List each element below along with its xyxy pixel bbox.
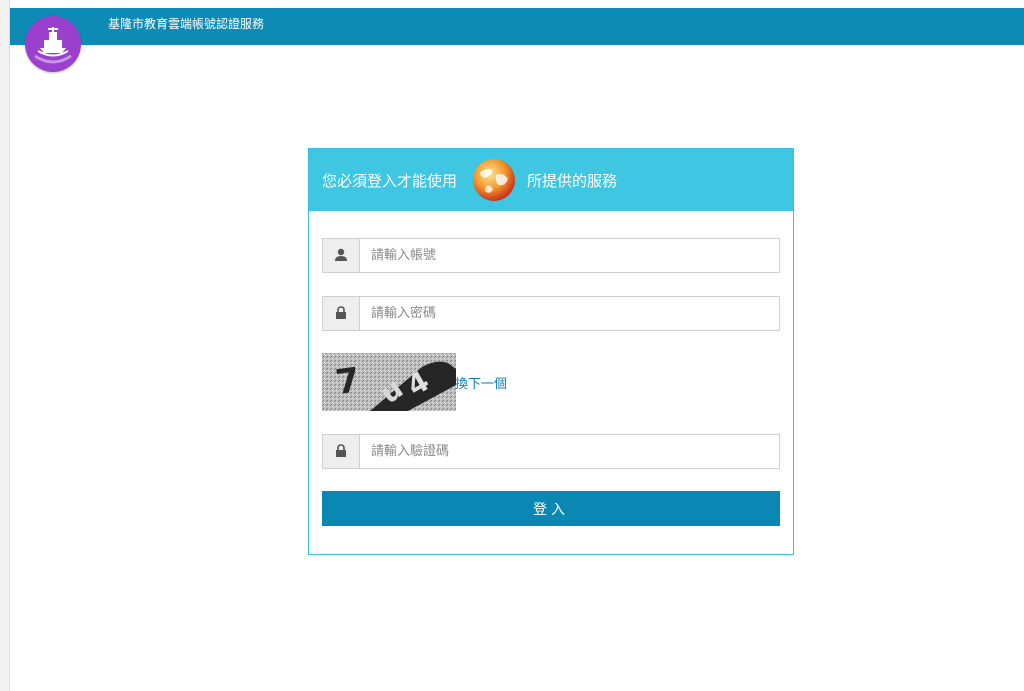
window-left-edge xyxy=(0,0,10,691)
header-text-before: 您必須登入才能使用 xyxy=(322,172,458,190)
password-input-group xyxy=(322,296,783,331)
captcha-input-group xyxy=(322,434,783,469)
lock-icon xyxy=(323,435,360,468)
login-card: 您必須登入才能使用 所提供的服務 請輸入帳號 7 u 4 換下一個 請輸入驗證碼… xyxy=(308,148,794,555)
captcha-image: 7 u 4 xyxy=(322,353,456,411)
refresh-captcha-link[interactable]: 換下一個 xyxy=(455,373,507,392)
login-button[interactable]: 登入 xyxy=(322,491,780,526)
user-icon xyxy=(323,239,360,272)
username-input[interactable] xyxy=(360,239,783,272)
captcha-input[interactable] xyxy=(360,435,783,468)
ship-logo-icon xyxy=(25,16,81,72)
password-input[interactable] xyxy=(360,297,783,330)
app-title: 基隆市教育雲端帳號認證服務 xyxy=(108,17,265,31)
lock-icon xyxy=(323,297,360,330)
globe-icon xyxy=(471,157,517,203)
header-text-after: 所提供的服務 xyxy=(527,172,618,190)
top-shade xyxy=(10,0,1024,8)
username-input-group xyxy=(322,238,783,273)
login-card-header: 您必須登入才能使用 所提供的服務 xyxy=(309,149,793,211)
